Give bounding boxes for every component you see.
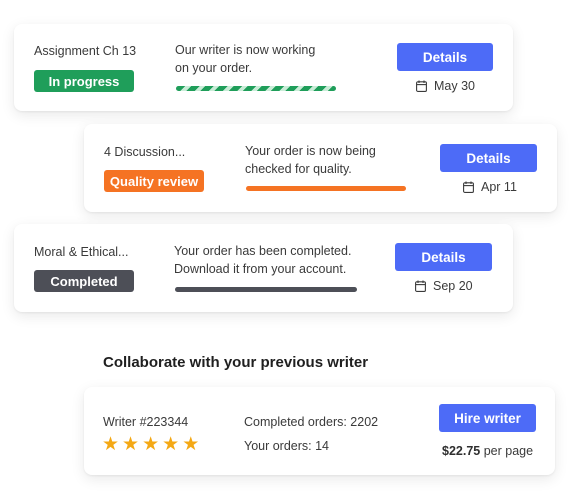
order-message-line: Our writer is now working <box>175 43 316 57</box>
progress-bar <box>246 186 406 191</box>
order-message-line: checked for quality. <box>245 162 352 176</box>
section-heading: Collaborate with your previous writer <box>103 354 369 371</box>
hire-writer-button[interactable]: Hire writer <box>439 404 536 432</box>
price-unit: per page <box>483 444 534 458</box>
star-icon: ★ <box>122 434 140 455</box>
completed-orders: Completed orders: 2202 <box>244 415 379 429</box>
status-badge: Completed <box>34 270 134 292</box>
order-message-line: Download it from your account. <box>174 262 347 276</box>
order-title: Assignment Ch 13 <box>34 44 137 58</box>
calendar-icon <box>416 80 427 92</box>
order-date: Sep 20 <box>415 279 473 293</box>
order-message: Your order has been completed. Download … <box>174 242 351 278</box>
date-label: Sep 20 <box>433 279 473 293</box>
order-card: Moral & Ethical... Completed Your order … <box>14 224 513 312</box>
order-message: Our writer is now working on your order. <box>175 41 315 77</box>
order-message-line: on your order. <box>175 61 253 75</box>
star-icon: ★ <box>142 434 160 455</box>
star-icon: ★ <box>102 434 120 455</box>
details-button[interactable]: Details <box>397 43 493 71</box>
details-button[interactable]: Details <box>440 144 537 172</box>
order-title: Moral & Ethical... <box>34 245 129 259</box>
writer-id: Writer #223344 <box>103 415 189 429</box>
order-message: Your order is now being checked for qual… <box>245 142 376 178</box>
order-message-line: Your order is now being <box>245 144 376 158</box>
calendar-icon <box>415 280 426 292</box>
status-badge: Quality review <box>104 170 204 192</box>
price-value: $22.75 <box>442 444 481 458</box>
details-button[interactable]: Details <box>395 243 492 271</box>
order-date: Apr 11 <box>463 180 517 194</box>
status-badge: In progress <box>34 70 134 92</box>
progress-bar <box>175 287 357 292</box>
order-card: 4 Discussion... Quality review Your orde… <box>84 124 557 212</box>
star-icon: ★ <box>162 434 180 455</box>
calendar-icon <box>463 181 474 193</box>
order-message-line: Your order has been completed. <box>174 244 352 258</box>
date-label: Apr 11 <box>481 180 517 194</box>
order-title: 4 Discussion... <box>104 145 186 159</box>
order-card: Assignment Ch 13 In progress Our writer … <box>14 24 513 111</box>
rating-stars: ★ ★ ★ ★ ★ <box>102 435 202 454</box>
writer-card: Writer #223344 ★ ★ ★ ★ ★ Completed order… <box>84 387 555 475</box>
progress-bar <box>176 86 336 91</box>
date-label: May 30 <box>434 79 475 93</box>
price-per-page: $22.75 per page <box>442 444 533 458</box>
your-orders: Your orders: 14 <box>244 439 330 453</box>
star-icon: ★ <box>182 434 200 455</box>
order-date: May 30 <box>416 79 475 93</box>
